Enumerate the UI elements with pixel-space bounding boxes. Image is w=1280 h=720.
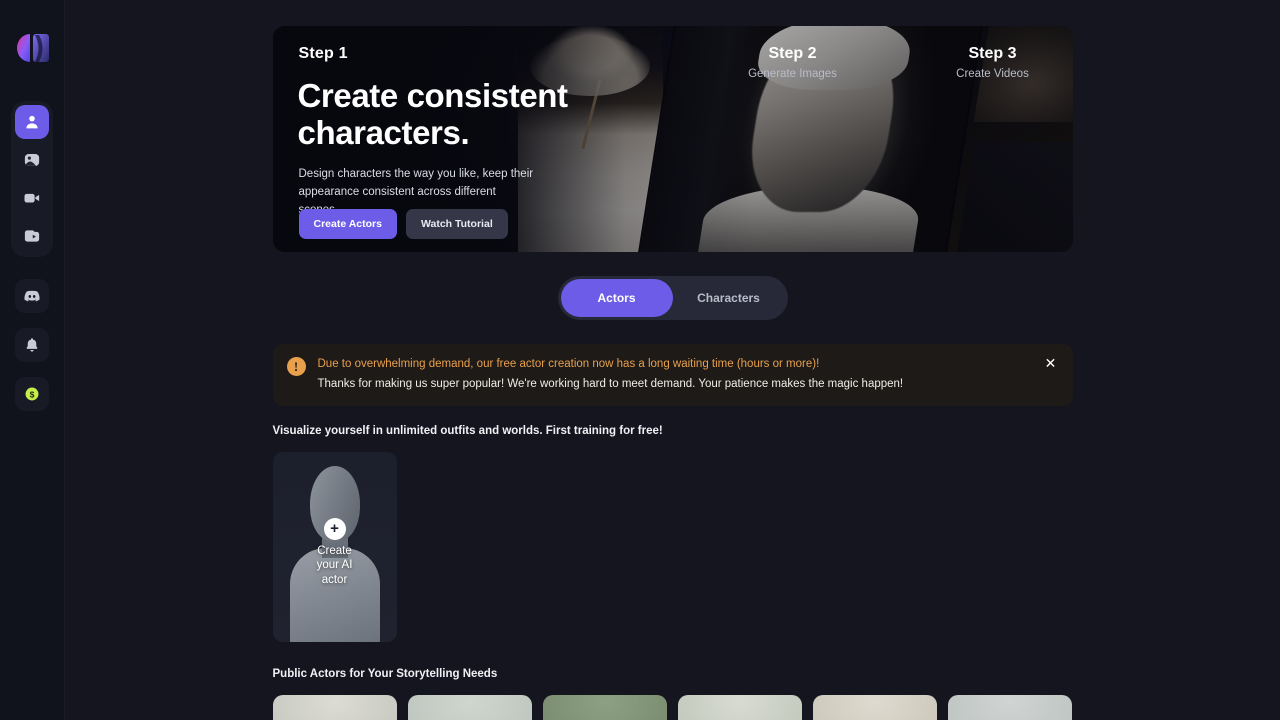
sidebar-item-notifications[interactable] — [15, 328, 49, 362]
hero-step1-label: Step 1 — [298, 45, 348, 62]
public-actor-card[interactable] — [947, 694, 1072, 720]
actors-section-caption: Visualize yourself in unlimited outfits … — [272, 424, 663, 437]
hero-title: Create consistent characters. — [297, 77, 569, 151]
view-toggle: Actors Characters — [557, 276, 788, 320]
hero-actions: Create Actors Watch Tutorial — [298, 209, 508, 239]
create-actors-button[interactable]: Create Actors — [298, 209, 397, 239]
view-toggle-wrapper: Actors Characters — [65, 276, 1280, 320]
image-icon — [24, 154, 40, 166]
create-card-label-line3: actor — [321, 574, 348, 587]
public-actor-card[interactable] — [272, 694, 397, 720]
create-card-label-line2: your AI — [316, 559, 353, 572]
sidebar-item-credits[interactable]: $ — [15, 377, 49, 411]
alert-secondary-text: Thanks for making us super popular! We'r… — [317, 378, 904, 391]
bell-icon — [26, 338, 38, 352]
warning-exclamation-icon: ! — [286, 357, 306, 376]
hero-step3[interactable]: Step 3 Create Videos — [913, 45, 1073, 80]
dollar-coin-icon: $ — [25, 387, 39, 401]
svg-text:$: $ — [30, 390, 35, 399]
tab-characters[interactable]: Characters — [673, 279, 785, 317]
my-actors-row: + Create your AI actor — [272, 451, 1073, 642]
main-content: Step 1 Create consistent characters. Des… — [65, 0, 1280, 720]
hero-step2-label: Step 2 — [768, 45, 817, 62]
public-actor-card[interactable] — [407, 694, 532, 720]
sidebar-item-videos[interactable] — [15, 181, 49, 215]
onboarding-hero-banner: Step 1 Create consistent characters. Des… — [272, 26, 1073, 252]
watch-tutorial-button[interactable]: Watch Tutorial — [405, 209, 508, 239]
hero-step2[interactable]: Step 2 Generate Images — [713, 45, 873, 80]
hero-step3-label: Step 3 — [968, 45, 1017, 62]
public-actors-row — [272, 694, 1073, 720]
demand-warning-banner: ! Due to overwhelming demand, our free a… — [272, 344, 1073, 406]
create-ai-actor-card[interactable]: + Create your AI actor — [272, 451, 397, 642]
app-logo-icon — [17, 34, 49, 62]
sidebar: $ — [0, 0, 65, 720]
video-camera-icon — [24, 193, 40, 203]
sidebar-primary-nav — [11, 101, 53, 257]
plus-icon: + — [323, 517, 346, 540]
sidebar-item-discord[interactable] — [15, 279, 49, 313]
create-card-label-line1: Create — [317, 544, 352, 557]
hero-step2-caption: Generate Images — [748, 68, 837, 80]
alert-primary-text: Due to overwhelming demand, our free act… — [317, 358, 820, 370]
person-icon — [26, 115, 38, 129]
tab-actors[interactable]: Actors — [560, 279, 673, 317]
app-root: $ Step 1 Create consistent characters. D… — [0, 0, 1280, 720]
app-logo[interactable] — [14, 33, 50, 63]
sidebar-item-actors[interactable] — [15, 105, 49, 139]
sidebar-item-library[interactable] — [15, 219, 49, 253]
public-actor-card[interactable] — [812, 694, 937, 720]
hero-step3-caption: Create Videos — [956, 68, 1029, 80]
public-actors-heading: Public Actors for Your Storytelling Need… — [272, 667, 498, 680]
alert-text: Due to overwhelming demand, our free act… — [318, 356, 1059, 394]
sidebar-item-images[interactable] — [15, 143, 49, 177]
public-actor-card[interactable] — [542, 694, 667, 720]
create-card-label: Create your AI actor — [273, 544, 397, 589]
media-stack-icon — [24, 230, 40, 242]
close-icon[interactable]: ✕ — [1041, 353, 1061, 373]
discord-icon — [24, 290, 40, 302]
public-actor-card[interactable] — [677, 694, 802, 720]
